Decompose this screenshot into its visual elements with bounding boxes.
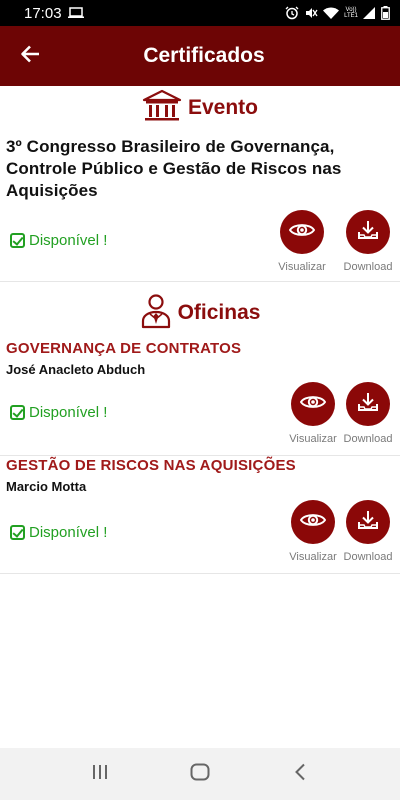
course-item: GESTÃO DE RISCOS NAS AQUISIÇÕES Marcio M…	[0, 456, 400, 574]
status-bar: 17:03 Vo)) LTE1	[0, 0, 400, 26]
home-icon	[190, 763, 210, 786]
course-item: GOVERNANÇA DE CONTRATOS José Anacleto Ab…	[0, 340, 400, 456]
battery-icon	[381, 6, 390, 20]
wifi-icon	[323, 7, 340, 20]
course-instructor: Marcio Motta	[6, 479, 87, 494]
chevron-left-icon	[294, 763, 306, 786]
section-header-evento: Evento	[0, 86, 400, 128]
check-icon	[10, 405, 25, 420]
status-label: Disponível !	[29, 232, 108, 249]
check-icon	[10, 525, 25, 540]
system-nav-bar	[0, 748, 400, 800]
eye-icon	[299, 512, 327, 533]
view-button[interactable]: Visualizar	[285, 500, 341, 563]
download-tray-icon	[357, 219, 379, 246]
status-available: Disponível !	[10, 524, 107, 541]
course-title: GESTÃO DE RISCOS NAS AQUISIÇÕES	[6, 457, 296, 474]
eye-icon	[288, 222, 316, 243]
view-button-circle[interactable]	[291, 382, 335, 426]
status-label: Disponível !	[29, 524, 108, 541]
laptop-icon	[67, 7, 84, 19]
course-instructor: José Anacleto Abduch	[6, 362, 146, 377]
download-label: Download	[343, 433, 393, 445]
view-button-circle[interactable]	[280, 210, 324, 254]
bank-building-icon	[142, 89, 182, 128]
section-title-evento: Evento	[187, 96, 258, 119]
network-label: Vo)) LTE1	[344, 7, 358, 19]
status-available: Disponível !	[10, 232, 107, 249]
download-label: Download	[343, 551, 393, 563]
download-button[interactable]: Download	[340, 210, 396, 273]
oficinas-section: Oficinas GOVERNANÇA DE CONTRATOS José An…	[0, 282, 400, 574]
person-tie-icon	[140, 293, 172, 334]
home-button[interactable]	[180, 754, 220, 794]
event-card: Evento 3º Congresso Brasileiro de Govern…	[0, 86, 400, 282]
eye-icon	[299, 394, 327, 415]
event-title: 3º Congresso Brasileiro de Governança, C…	[6, 137, 342, 200]
status-available: Disponível !	[10, 404, 107, 421]
view-button[interactable]: Visualizar	[285, 382, 341, 445]
recent-apps-icon	[91, 764, 109, 785]
download-tray-icon	[357, 391, 379, 418]
download-button-circle[interactable]	[346, 500, 390, 544]
status-time: 17:03	[24, 4, 62, 22]
download-label: Download	[343, 261, 393, 273]
view-label: Visualizar	[289, 551, 337, 563]
download-tray-icon	[357, 509, 379, 536]
back-button[interactable]	[14, 40, 46, 72]
view-button[interactable]: Visualizar	[274, 210, 330, 273]
recent-apps-button[interactable]	[80, 754, 120, 794]
alarm-icon	[285, 6, 299, 20]
section-header-oficinas: Oficinas	[0, 282, 400, 340]
arrow-left-icon	[20, 45, 40, 68]
system-back-button[interactable]	[280, 754, 320, 794]
status-icons: Vo)) LTE1	[285, 6, 390, 20]
app-bar: Certificados	[0, 26, 400, 86]
status-label: Disponível !	[29, 404, 108, 421]
page-title: Certificados	[143, 44, 265, 67]
course-title: GOVERNANÇA DE CONTRATOS	[6, 340, 242, 357]
mute-icon	[304, 6, 318, 20]
section-title-oficinas: Oficinas	[177, 301, 261, 324]
main-content: Evento 3º Congresso Brasileiro de Govern…	[0, 86, 400, 574]
view-label: Visualizar	[278, 261, 326, 273]
view-label: Visualizar	[289, 433, 337, 445]
download-button[interactable]: Download	[340, 500, 396, 563]
check-icon	[10, 233, 25, 248]
signal-icon	[363, 7, 376, 19]
download-button-circle[interactable]	[346, 210, 390, 254]
download-button-circle[interactable]	[346, 382, 390, 426]
view-button-circle[interactable]	[291, 500, 335, 544]
download-button[interactable]: Download	[340, 382, 396, 445]
